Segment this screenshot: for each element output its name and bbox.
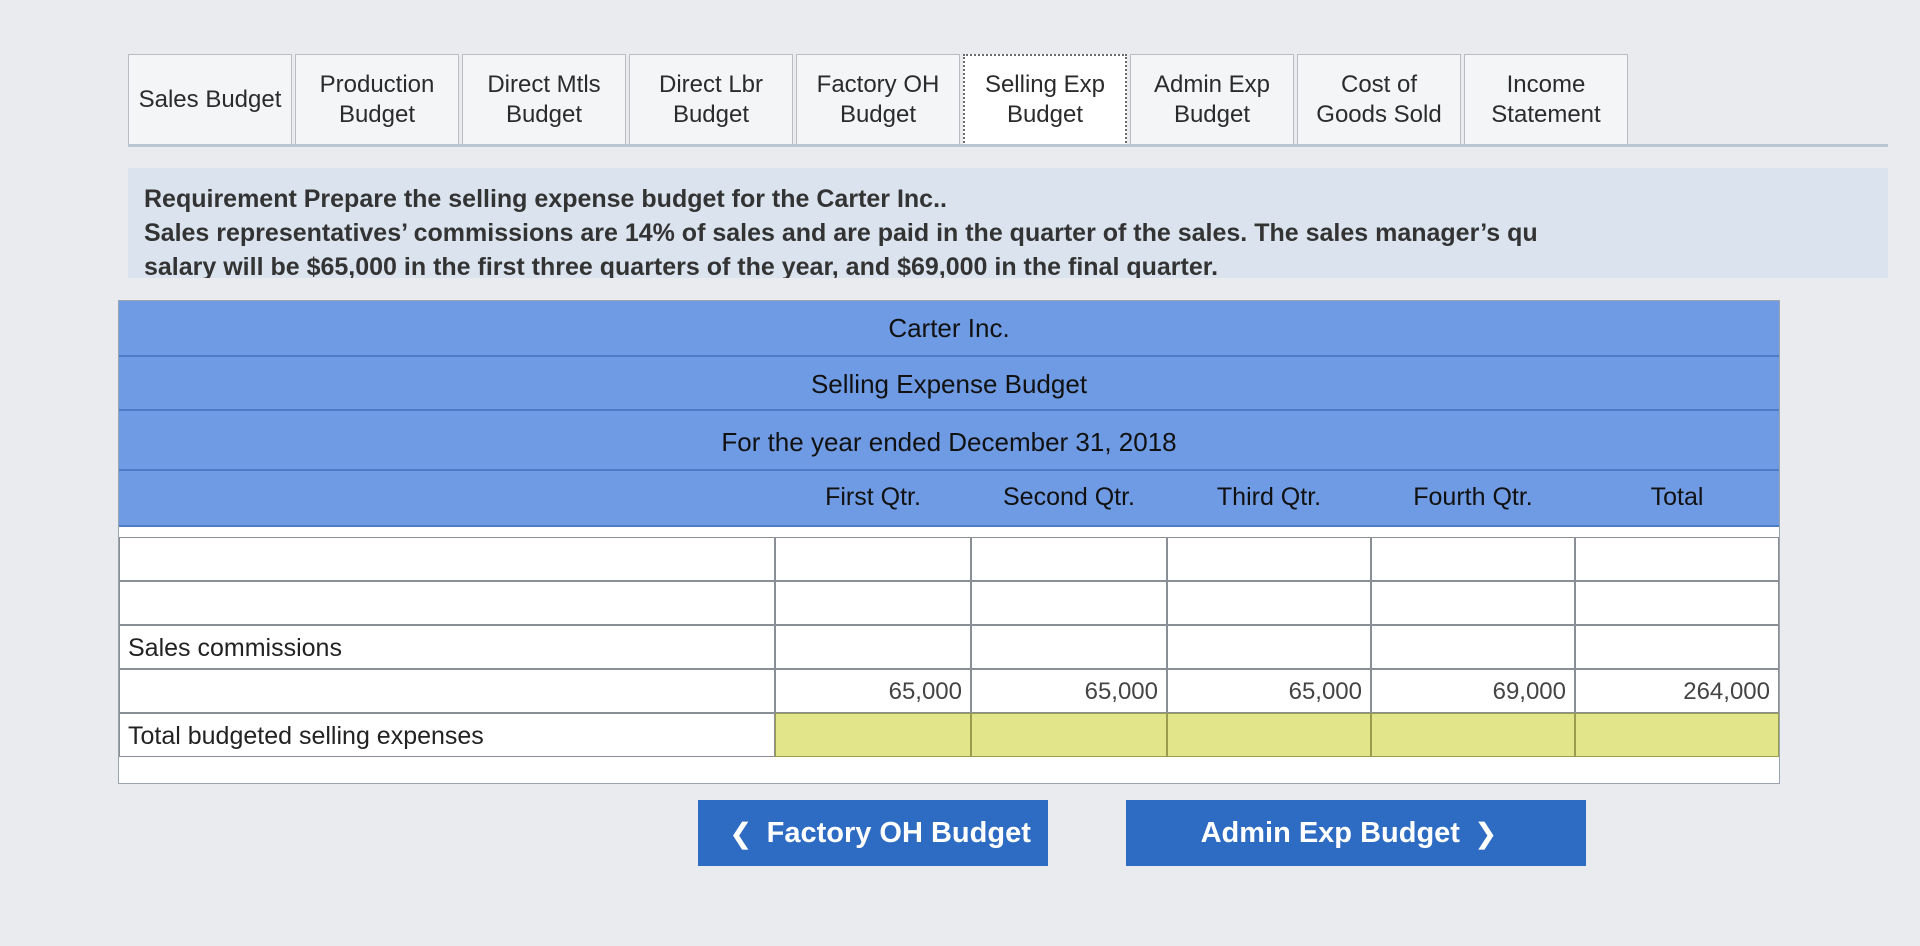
row-label-input[interactable] <box>119 669 775 713</box>
header-columns-row: First Qtr. Second Qtr. Third Qtr. Fourth… <box>119 471 1779 527</box>
column-header-total: Total <box>1650 483 1704 511</box>
tab-direct-lbr-budget[interactable]: Direct Lbr Budget <box>629 54 793 146</box>
tab-admin-exp-budget[interactable]: Admin Exp Budget <box>1130 54 1294 146</box>
column-header-first-qtr: First Qtr. <box>825 483 921 511</box>
second-qtr-input[interactable] <box>971 625 1167 669</box>
header-period-row: For the year ended December 31, 2018 <box>119 411 1779 471</box>
third-qtr-input[interactable] <box>1167 581 1371 625</box>
next-button-label: Admin Exp Budget <box>1200 816 1460 849</box>
grand-total-input[interactable] <box>1575 713 1779 757</box>
third-qtr-input[interactable] <box>1167 625 1371 669</box>
tab-label: Statement <box>1491 101 1601 128</box>
table-row <box>119 537 1779 581</box>
table-row: Sales commissions <box>119 625 1779 669</box>
requirement-panel: Requirement Prepare the selling expense … <box>128 168 1888 278</box>
fourth-qtr-total-input[interactable] <box>1371 713 1575 757</box>
table-row: 65,000 65,000 65,000 69,000 264,000 <box>119 669 1779 713</box>
tab-label: Admin Exp <box>1153 71 1271 98</box>
next-admin-exp-budget-button[interactable]: Admin Exp Budget ❯ <box>1126 800 1586 866</box>
tab-label: Budget <box>839 101 917 128</box>
row-label-input[interactable] <box>119 581 775 625</box>
column-header-fourth-qtr: Fourth Qtr. <box>1413 483 1533 511</box>
table-row-total: Total budgeted selling expenses <box>119 713 1779 757</box>
tab-label: Budget <box>505 101 583 128</box>
tab-label: Budget <box>1173 101 1251 128</box>
first-qtr-value: 65,000 <box>775 669 971 713</box>
first-qtr-total-input[interactable] <box>775 713 971 757</box>
first-qtr-input[interactable] <box>775 625 971 669</box>
tab-label: Budget <box>1006 101 1084 128</box>
second-qtr-input[interactable] <box>971 537 1167 581</box>
tab-label: Goods Sold <box>1316 101 1442 128</box>
fourth-qtr-input[interactable] <box>1371 581 1575 625</box>
header-title-row: Selling Expense Budget <box>119 357 1779 411</box>
second-qtr-value: 65,000 <box>971 669 1167 713</box>
tab-label: Factory OH <box>816 71 940 98</box>
tab-income-statement[interactable]: Income Statement <box>1464 54 1628 146</box>
table-row <box>119 581 1779 625</box>
second-qtr-input[interactable] <box>971 581 1167 625</box>
header-company-row: Carter Inc. <box>119 301 1779 357</box>
total-input[interactable] <box>1575 537 1779 581</box>
total-budgeted-selling-expenses-label: Total budgeted selling expenses <box>119 713 775 757</box>
tab-label: Selling Exp <box>984 71 1106 98</box>
chevron-left-icon: ❮ <box>729 817 753 849</box>
tab-label: Budget <box>672 101 750 128</box>
budget-period: For the year ended December 31, 2018 <box>721 427 1177 457</box>
prev-button-label: Factory OH Budget <box>766 816 1031 849</box>
requirement-detail: Sales representatives’ commissions are 1… <box>144 219 1538 247</box>
requirement-heading: Requirement Prepare the selling expense … <box>144 185 947 213</box>
first-qtr-input[interactable] <box>775 581 971 625</box>
total-input[interactable] <box>1575 625 1779 669</box>
tab-label: Income <box>1506 71 1586 98</box>
tab-sales-budget[interactable]: Sales Budget <box>128 54 292 146</box>
third-qtr-value: 65,000 <box>1167 669 1371 713</box>
first-qtr-input[interactable] <box>775 537 971 581</box>
total-value: 264,000 <box>1575 669 1779 713</box>
budget-tabs: Sales Budget Production Budget Direct Mt… <box>128 54 1631 146</box>
tab-label: Production <box>319 71 435 98</box>
fourth-qtr-value: 69,000 <box>1371 669 1575 713</box>
tab-divider <box>128 144 1888 147</box>
column-header-third-qtr: Third Qtr. <box>1216 483 1322 511</box>
tab-label: Sales Budget <box>138 86 282 113</box>
budget-title: Selling Expense Budget <box>810 369 1088 399</box>
fourth-qtr-input[interactable] <box>1371 625 1575 669</box>
selling-expense-budget-table: Carter Inc. Selling Expense Budget For t… <box>118 300 1780 784</box>
tab-cost-of-goods-sold[interactable]: Cost of Goods Sold <box>1297 54 1461 146</box>
tab-factory-oh-budget[interactable]: Factory OH Budget <box>796 54 960 146</box>
prev-factory-oh-budget-button[interactable]: ❮ Factory OH Budget <box>698 800 1048 866</box>
tab-selling-exp-budget[interactable]: Selling Exp Budget <box>963 54 1127 146</box>
total-input[interactable] <box>1575 581 1779 625</box>
tab-direct-mtls-budget[interactable]: Direct Mtls Budget <box>462 54 626 146</box>
second-qtr-total-input[interactable] <box>971 713 1167 757</box>
tab-label: Direct Lbr <box>658 71 764 98</box>
third-qtr-input[interactable] <box>1167 537 1371 581</box>
chevron-right-icon: ❯ <box>1473 817 1498 849</box>
tab-label: Cost of <box>1340 71 1418 98</box>
column-header-second-qtr: Second Qtr. <box>1002 483 1136 511</box>
fourth-qtr-input[interactable] <box>1371 537 1575 581</box>
tab-production-budget[interactable]: Production Budget <box>295 54 459 146</box>
requirement-detail: salary will be $65,000 in the first thre… <box>144 253 1219 278</box>
third-qtr-total-input[interactable] <box>1167 713 1371 757</box>
tab-label: Direct Mtls <box>487 71 601 98</box>
row-label-input[interactable] <box>119 537 775 581</box>
sales-commissions-label: Sales commissions <box>119 625 775 669</box>
tab-label: Budget <box>338 101 416 128</box>
company-name: Carter Inc. <box>888 313 1010 343</box>
